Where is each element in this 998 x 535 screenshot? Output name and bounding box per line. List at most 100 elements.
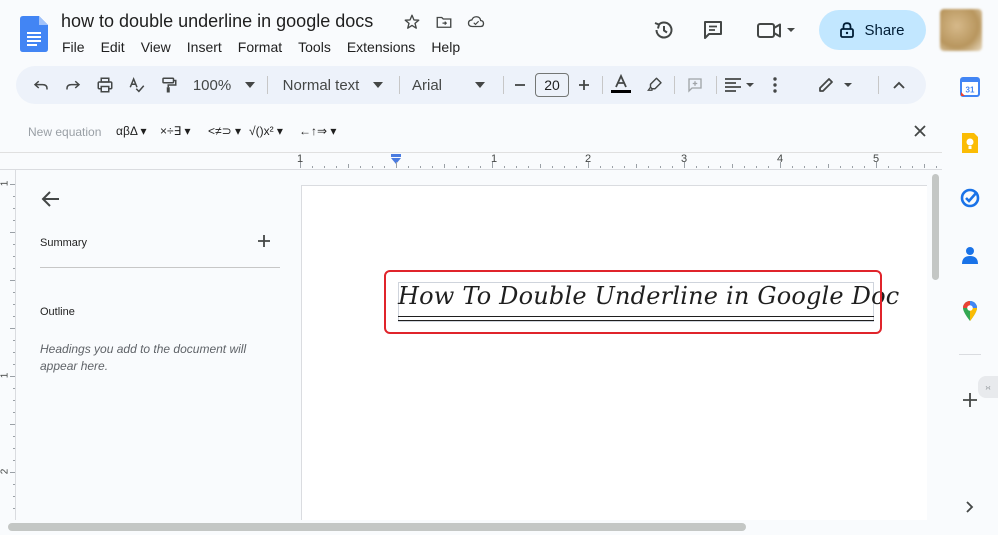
paragraph-style-select[interactable]: Normal text (280, 66, 386, 104)
undo-icon[interactable] (30, 66, 52, 104)
horizontal-scrollbar-thumb[interactable] (8, 523, 746, 531)
document-outline-panel: Summary Outline Headings you add to the … (16, 170, 300, 520)
editing-mode-select[interactable] (816, 66, 856, 104)
text-color-icon[interactable] (610, 66, 632, 104)
meet-video-icon[interactable] (754, 16, 798, 44)
outline-label: Outline (40, 306, 75, 318)
get-add-ons-icon[interactable] (959, 389, 981, 411)
side-panel: 31 ›‹ (942, 60, 998, 535)
ruler-tick (396, 162, 397, 168)
menu-tools[interactable]: Tools (290, 37, 339, 57)
zoom-select[interactable]: 100% (192, 66, 256, 104)
align-select[interactable] (722, 66, 756, 104)
ruler-tick (420, 166, 421, 168)
ruler-tick (804, 166, 805, 168)
star-icon[interactable] (402, 12, 422, 32)
increase-font-size-button[interactable] (576, 66, 592, 104)
ruler-tick (492, 162, 493, 168)
vertical-ruler-tick (10, 424, 15, 425)
expand-panel-icon[interactable] (959, 496, 981, 518)
vertical-ruler-tick (13, 292, 15, 293)
panel-drag-handle[interactable]: ›‹ (978, 376, 998, 398)
add-comment-icon[interactable] (684, 66, 706, 104)
zoom-value: 100% (192, 76, 232, 94)
print-icon[interactable] (94, 66, 116, 104)
document-title[interactable]: how to double underline in google docs (61, 11, 373, 32)
vertical-scrollbar-thumb[interactable] (932, 174, 939, 280)
vertical-scrollbar[interactable] (930, 170, 942, 520)
cloud-saved-icon[interactable] (466, 12, 486, 32)
highlight-color-icon[interactable] (644, 66, 666, 104)
menu-file[interactable]: File (54, 37, 93, 57)
menu-insert[interactable]: Insert (179, 37, 230, 57)
outline-hint: Headings you add to the document will ap… (40, 342, 247, 373)
spellcheck-icon[interactable] (126, 66, 148, 104)
comments-icon[interactable] (699, 16, 727, 44)
math-operators-label: √()x² (249, 124, 274, 138)
relations-label: <≠⊃ (208, 124, 232, 138)
ruler-tick (540, 164, 541, 168)
add-summary-icon[interactable] (256, 233, 272, 249)
menu-format[interactable]: Format (230, 37, 290, 57)
calendar-icon[interactable]: 31 (959, 76, 981, 98)
move-folder-icon[interactable] (434, 12, 454, 32)
greek-letters-menu[interactable]: αβΔ ▾ (116, 124, 147, 138)
ruler-tick (576, 166, 577, 168)
menu-bar: File Edit View Insert Format Tools Exten… (54, 37, 468, 57)
menu-edit[interactable]: Edit (93, 37, 133, 57)
vertical-ruler-tick (10, 376, 15, 377)
vertical-ruler-tick (13, 448, 15, 449)
keep-icon[interactable] (959, 132, 981, 154)
vertical-ruler-tick (13, 496, 15, 497)
decrease-font-size-button[interactable] (512, 66, 528, 104)
ruler-tick (348, 164, 349, 168)
vertical-ruler: 1 1 2 (0, 170, 16, 520)
vertical-ruler-mark: 1 (0, 372, 11, 379)
ruler-tick (816, 166, 817, 168)
ruler-tick (300, 162, 301, 168)
back-arrow-icon[interactable] (40, 188, 62, 210)
share-button[interactable]: Share (819, 10, 926, 50)
toolbar-divider (602, 76, 603, 94)
document-page[interactable]: How To Double Underline in Google Doc (301, 185, 927, 525)
vertical-ruler-tick (13, 256, 15, 257)
ruler-tick (840, 166, 841, 168)
ruler-tick (336, 166, 337, 168)
menu-extensions[interactable]: Extensions (339, 37, 423, 57)
vertical-ruler-tick (13, 364, 15, 365)
new-equation-button[interactable]: New equation (28, 125, 101, 139)
misc-operations-menu[interactable]: ×÷∃ ▾ (160, 124, 191, 138)
tasks-icon[interactable] (959, 187, 981, 209)
paint-format-icon[interactable] (158, 66, 180, 104)
google-docs-window: how to double underline in google docs F… (0, 0, 998, 535)
ruler-tick (504, 166, 505, 168)
chevron-down-icon (245, 82, 256, 88)
arrows-menu[interactable]: ←↑⇒ ▾ (299, 124, 336, 138)
toolbar-divider (503, 76, 504, 94)
close-icon[interactable] (912, 123, 928, 139)
vertical-ruler-tick (13, 436, 15, 437)
account-avatar[interactable] (940, 9, 982, 51)
menu-view[interactable]: View (133, 37, 179, 57)
math-operators-menu[interactable]: √()x² ▾ (249, 124, 283, 138)
contacts-icon[interactable] (959, 244, 981, 266)
relations-menu[interactable]: <≠⊃ ▾ (208, 124, 241, 138)
more-options-icon[interactable] (766, 66, 784, 104)
maps-icon[interactable] (959, 300, 981, 322)
ruler-tick (312, 166, 313, 168)
toolbar-divider (267, 76, 268, 94)
horizontal-scrollbar[interactable] (0, 520, 942, 535)
ruler-tick (936, 166, 937, 168)
highlight-box (384, 270, 882, 334)
font-family-select[interactable]: Arial (412, 66, 492, 104)
docs-logo-icon[interactable] (20, 16, 48, 52)
ruler-tick (876, 162, 877, 168)
collapse-menus-icon[interactable] (888, 66, 910, 104)
version-history-icon[interactable] (650, 16, 678, 44)
vertical-ruler-tick (10, 280, 15, 281)
menu-help[interactable]: Help (423, 37, 468, 57)
ruler-tick (456, 166, 457, 168)
font-size-input[interactable]: 20 (535, 73, 569, 97)
redo-icon[interactable] (62, 66, 84, 104)
ruler-tick (696, 166, 697, 168)
